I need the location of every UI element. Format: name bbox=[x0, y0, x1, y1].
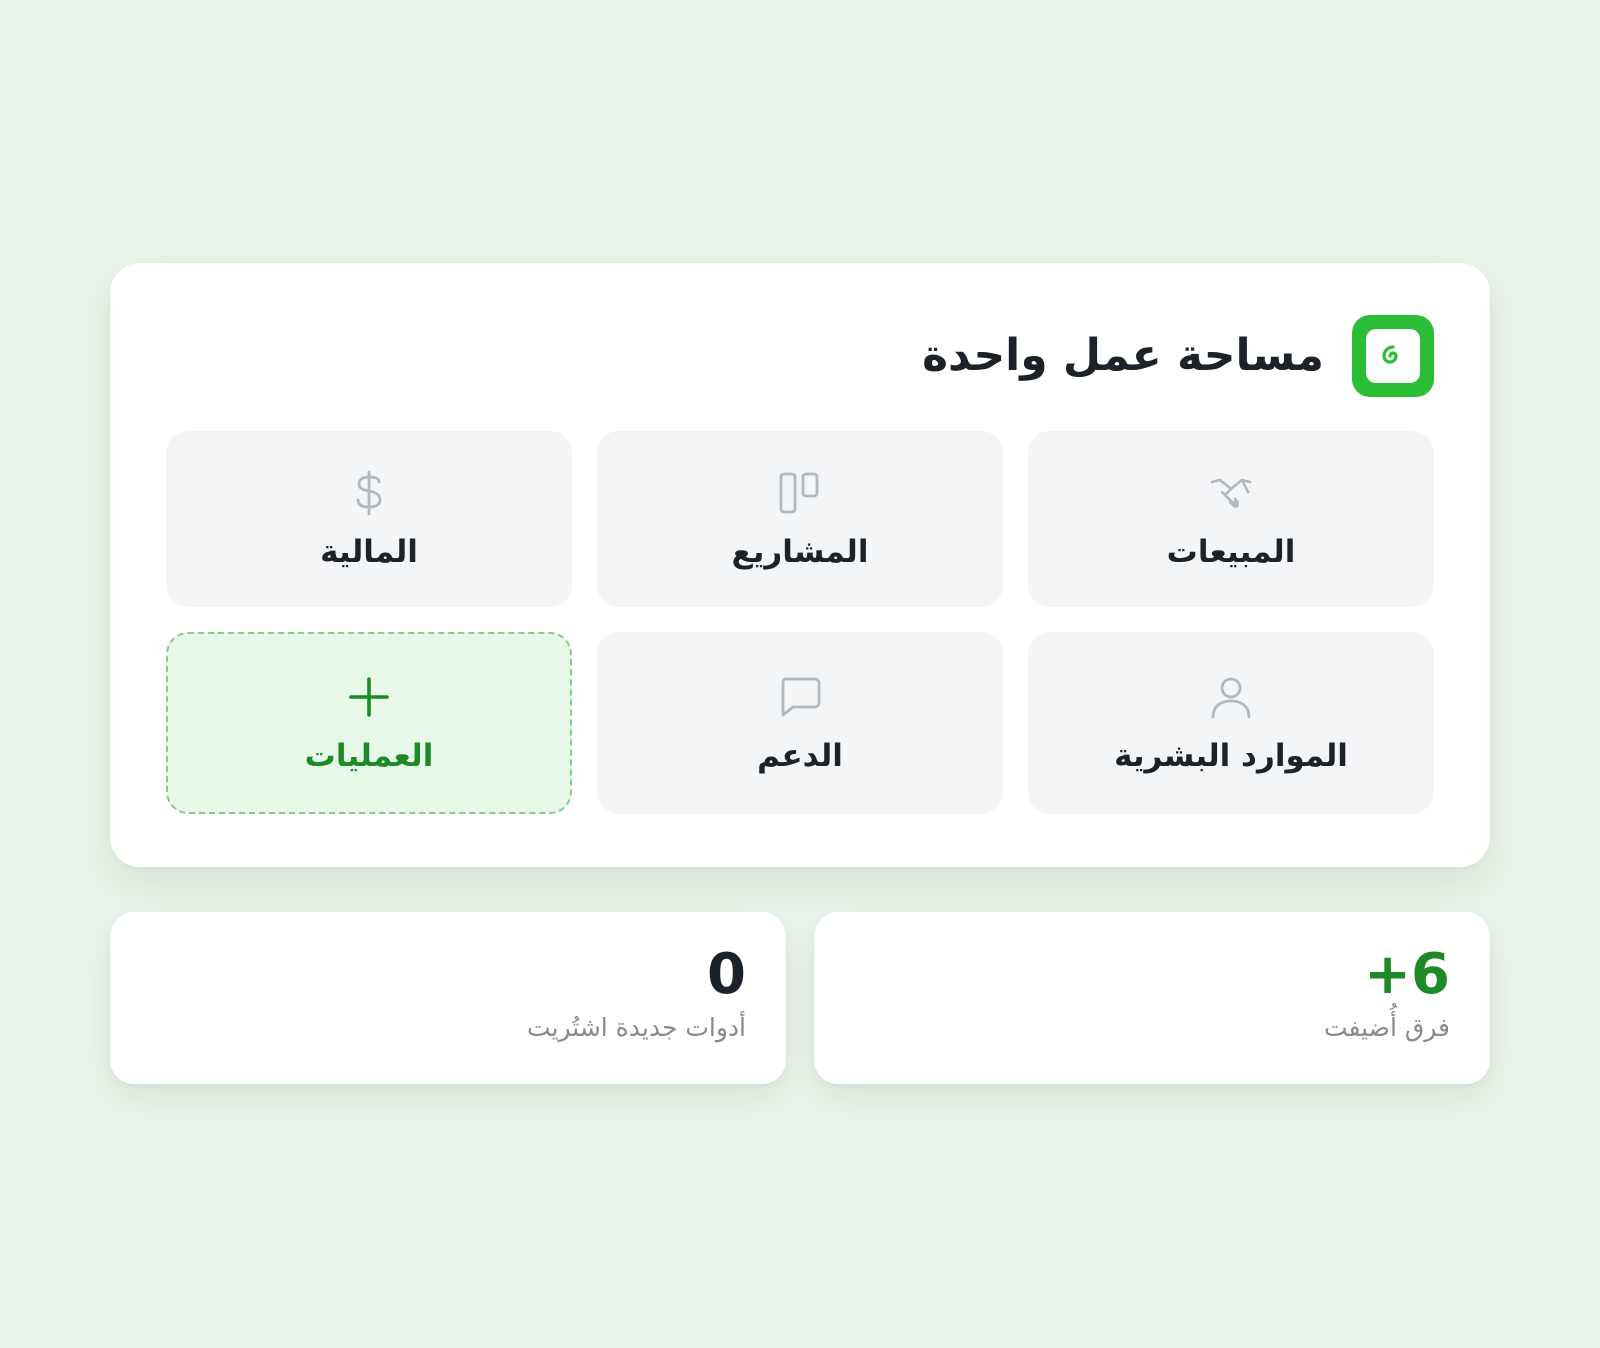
tile-projects[interactable]: المشاريع bbox=[597, 431, 1003, 607]
tile-hr[interactable]: الموارد البشرية bbox=[1028, 632, 1434, 814]
tile-operations[interactable]: العمليات bbox=[166, 632, 572, 814]
plus-icon bbox=[345, 673, 393, 721]
tile-sales[interactable]: المبيعات bbox=[1028, 431, 1434, 607]
handshake-icon bbox=[1207, 469, 1255, 517]
swirl-logo-icon bbox=[1366, 329, 1420, 383]
tile-support[interactable]: الدعم bbox=[597, 632, 1003, 814]
chat-bubble-icon bbox=[776, 673, 824, 721]
stat-value: +6 bbox=[1364, 942, 1450, 1007]
user-icon bbox=[1207, 673, 1255, 721]
stat-label: أدوات جديدة اشتُريت bbox=[526, 1012, 746, 1042]
tile-label: العمليات bbox=[304, 737, 434, 774]
workspace-header: مساحة عمل واحدة bbox=[922, 315, 1434, 397]
kanban-board-icon bbox=[776, 469, 824, 517]
stat-label: فرق أُضيفت bbox=[1323, 1012, 1450, 1042]
tile-label: المشاريع bbox=[731, 533, 869, 570]
tile-label: الموارد البشرية bbox=[1114, 737, 1348, 774]
stat-card-teams-added: +6 فرق أُضيفت bbox=[814, 912, 1490, 1084]
stat-card-new-tools: 0 أدوات جديدة اشتُريت bbox=[110, 912, 786, 1084]
workspace-card: مساحة عمل واحدة المبيعات المشاريع المالي… bbox=[110, 263, 1490, 867]
stat-value: 0 bbox=[707, 942, 746, 1007]
logo-badge bbox=[1352, 315, 1434, 397]
dollar-icon bbox=[345, 469, 393, 517]
tile-label: المالية bbox=[320, 533, 418, 570]
tile-label: المبيعات bbox=[1166, 533, 1296, 570]
tile-label: الدعم bbox=[757, 737, 843, 774]
module-grid: المبيعات المشاريع المالية الموارد البشري… bbox=[166, 431, 1434, 814]
tile-finance[interactable]: المالية bbox=[166, 431, 572, 607]
page-title: مساحة عمل واحدة bbox=[922, 330, 1324, 381]
